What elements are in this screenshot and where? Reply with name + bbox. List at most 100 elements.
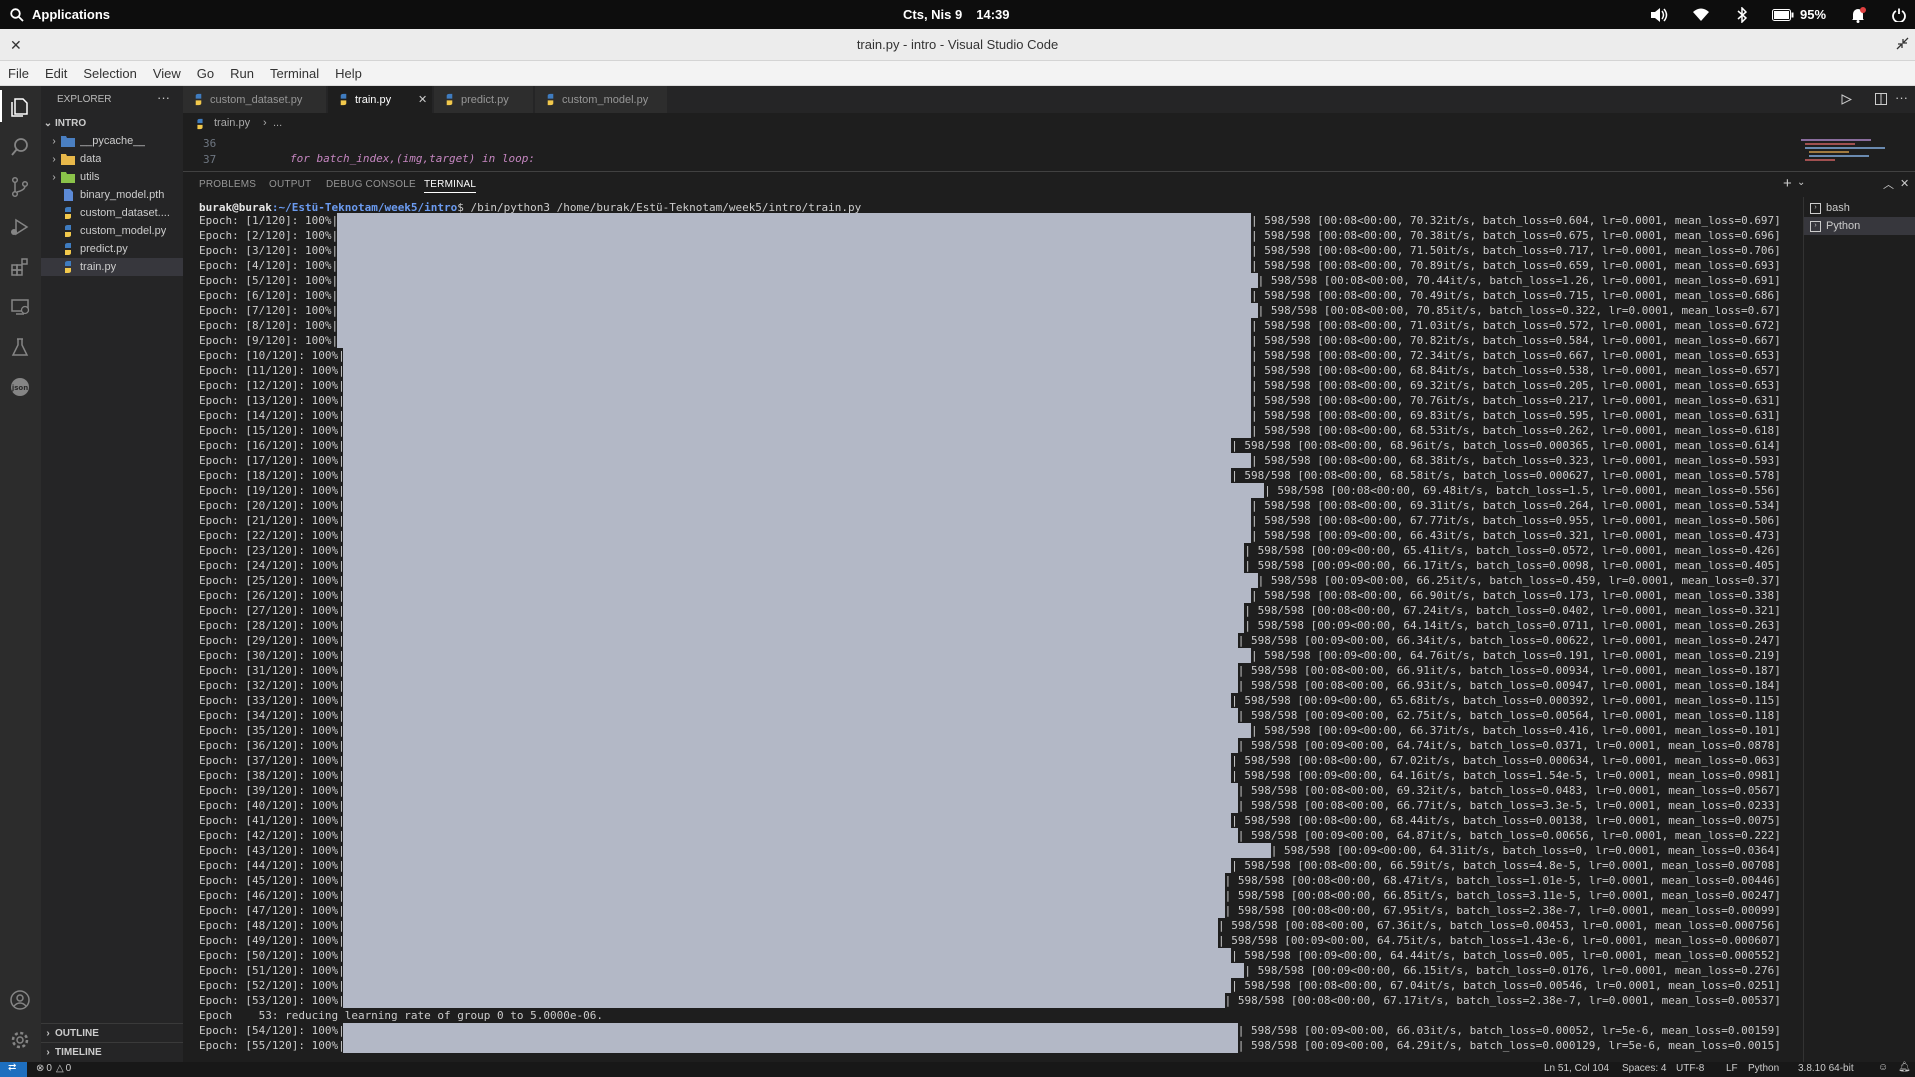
search-icon[interactable] (9, 136, 31, 158)
terminal-name: Python (1826, 220, 1861, 232)
tree-item-predict[interactable]: predict.py (41, 240, 203, 258)
cursor-position[interactable]: Ln 51, Col 104 (1544, 1063, 1609, 1074)
line-stats: | 598/598 [00:09<00:00, 64.75it/s, batch… (1218, 934, 1781, 947)
line-prefix: Epoch: [37/120]: 100%| (199, 754, 345, 767)
line-prefix: Epoch: [33/120]: 100%| (199, 694, 345, 707)
tab-custom-dataset[interactable]: custom_dataset.py (183, 86, 327, 113)
restore-window-icon[interactable] (1896, 37, 1909, 50)
battery-indicator[interactable]: 95% (1772, 0, 1826, 29)
tab-debug-console[interactable]: DEBUG CONSOLE (326, 172, 416, 197)
line-stats: | 598/598 [00:08<00:00, 68.58it/s, batch… (1231, 469, 1781, 482)
language-mode[interactable]: Python (1748, 1063, 1779, 1074)
tree-item-custom-dataset[interactable]: custom_dataset.... (41, 204, 203, 222)
run-file-icon[interactable] (1841, 94, 1852, 105)
terminal[interactable]: burak@burak:~/Estü-Teknotam/week5/intro$… (183, 197, 1803, 1062)
progress-bar-fill (343, 918, 1218, 933)
encoding[interactable]: UTF-8 (1676, 1063, 1704, 1074)
breadcrumb-symbol[interactable]: ... (273, 117, 282, 129)
tree-item-data[interactable]: › data (41, 150, 189, 168)
terminal-item-python[interactable]: › Python (1804, 217, 1915, 235)
source-control-icon[interactable] (9, 176, 31, 198)
progress-bar-fill (343, 648, 1251, 663)
settings-gear-icon[interactable] (9, 1029, 31, 1051)
line-prefix: Epoch: [14/120]: 100%| (199, 409, 345, 422)
code-editor[interactable]: 36 37 for batch_index,(img,target) in lo… (183, 135, 1915, 170)
bluetooth-icon[interactable] (1737, 0, 1747, 29)
breadcrumb-file[interactable]: train.py (214, 117, 250, 129)
testing-flask-icon[interactable] (9, 336, 31, 358)
python-interpreter[interactable]: 3.8.10 64-bit (1798, 1063, 1854, 1074)
split-editor-icon[interactable] (1875, 93, 1887, 105)
progress-bar-fill (343, 663, 1238, 678)
menu-file[interactable]: File (0, 66, 37, 81)
tab-train[interactable]: train.py ✕ (328, 86, 433, 113)
remote-indicator[interactable]: ⇄ (0, 1062, 27, 1077)
line-prefix: Epoch: [9/120]: 100%| (199, 334, 339, 347)
line-stats: | 598/598 [00:08<00:00, 70.76it/s, batch… (1251, 394, 1781, 407)
more-actions-icon[interactable]: ··· (157, 86, 170, 113)
json-extension-icon[interactable]: json (9, 376, 31, 398)
menu-run[interactable]: Run (222, 66, 262, 81)
close-panel-icon[interactable]: ✕ (1900, 177, 1909, 190)
explorer-icon[interactable] (9, 96, 31, 118)
tab-custom-model[interactable]: custom_model.py (535, 86, 668, 113)
wifi-icon[interactable] (1693, 0, 1709, 29)
new-terminal-icon[interactable]: + (1783, 175, 1792, 192)
tab-terminal[interactable]: TERMINAL (424, 172, 477, 193)
menu-go[interactable]: Go (189, 66, 222, 81)
more-actions-icon[interactable]: ··· (1895, 90, 1908, 105)
explorer-sidebar: EXPLORER ··· ⌄ INTRO › __pycache__ › dat… (41, 86, 203, 1062)
chevron-down-icon[interactable]: ⌄ (1797, 177, 1805, 188)
end-of-line[interactable]: LF (1726, 1063, 1738, 1074)
menu-view[interactable]: View (145, 66, 189, 81)
line-stats: | 598/598 [00:08<00:00, 71.50it/s, batch… (1251, 244, 1781, 257)
line-stats: | 598/598 [00:08<00:00, 69.32it/s, batch… (1251, 379, 1781, 392)
line-stats: | 598/598 [00:09<00:00, 65.68it/s, batch… (1231, 694, 1781, 707)
clock[interactable]: Cts, Nis 9 14:39 (903, 0, 1010, 29)
line-prefix: Epoch: [15/120]: 100%| (199, 424, 345, 437)
timeline-section[interactable]: › TIMELINE (41, 1042, 183, 1061)
tree-item-custom-model[interactable]: custom_model.py (41, 222, 203, 240)
feedback-icon[interactable]: ☺ (1878, 1062, 1888, 1073)
line-prefix: Epoch: [55/120]: 100%| (199, 1039, 345, 1052)
account-icon[interactable] (9, 989, 31, 1011)
tree-item-utils[interactable]: › utils (41, 168, 189, 186)
tree-item-binary-model[interactable]: binary_model.pth (41, 186, 203, 204)
tab-output[interactable]: OUTPUT (269, 172, 311, 197)
outline-section[interactable]: › OUTLINE (41, 1023, 183, 1042)
power-icon[interactable] (1892, 0, 1906, 29)
tab-predict[interactable]: predict.py (434, 86, 534, 113)
extensions-icon[interactable] (9, 256, 31, 278)
applications-menu[interactable]: Applications (10, 0, 110, 29)
menu-terminal[interactable]: Terminal (262, 66, 327, 81)
tree-item-label: __pycache__ (80, 135, 146, 147)
close-tab-icon[interactable]: ✕ (418, 93, 427, 106)
notification-bell-icon[interactable] (1850, 0, 1866, 29)
tree-item-train[interactable]: train.py (41, 258, 203, 276)
menu-help[interactable]: Help (327, 66, 370, 81)
volume-icon[interactable] (1650, 0, 1668, 29)
line-stats: | 598/598 [00:08<00:00, 68.96it/s, batch… (1231, 439, 1781, 452)
line-prefix: Epoch: [40/120]: 100%| (199, 799, 345, 812)
line-stats: | 598/598 [00:08<00:00, 70.38it/s, batch… (1251, 229, 1781, 242)
terminal-icon: › (1810, 220, 1821, 232)
remote-explorer-icon[interactable] (9, 296, 31, 318)
folder-header-intro[interactable]: ⌄ INTRO (41, 114, 183, 132)
line-stats: | 598/598 [00:08<00:00, 67.77it/s, batch… (1251, 514, 1781, 527)
line-stats: | 598/598 [00:09<00:00, 64.16it/s, batch… (1231, 769, 1781, 782)
terminal-item-bash[interactable]: › bash (1810, 199, 1850, 217)
tree-item-pycache[interactable]: › __pycache__ (41, 132, 189, 150)
menu-edit[interactable]: Edit (37, 66, 75, 81)
notifications-bell-icon[interactable]: 🔔︎ (1898, 1062, 1911, 1073)
line-prefix: Epoch: [6/120]: 100%| (199, 289, 339, 302)
maximize-panel-icon[interactable]: ︿ (1883, 176, 1894, 192)
run-debug-icon[interactable] (9, 216, 31, 238)
progress-bar-fill (343, 498, 1251, 513)
indentation[interactable]: Spaces: 4 (1622, 1063, 1666, 1074)
problems-indicator[interactable]: ⊗ 0 △ 0 (36, 1063, 71, 1074)
minimap[interactable] (1801, 135, 1896, 170)
progress-bar-fill (343, 963, 1245, 978)
menu-selection[interactable]: Selection (75, 66, 144, 81)
line-stats: | 598/598 [00:09<00:00, 66.43it/s, batch… (1251, 529, 1781, 542)
tab-problems[interactable]: PROBLEMS (199, 172, 256, 197)
